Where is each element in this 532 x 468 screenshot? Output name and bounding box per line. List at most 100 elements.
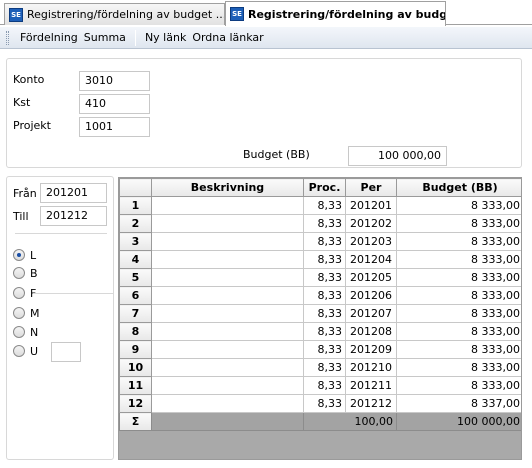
table-row[interactable]: 4 8,33 201204 8 333,00 — [119, 250, 521, 269]
per-cell[interactable]: 201207 — [345, 304, 397, 323]
proc-cell[interactable]: 8,33 — [303, 394, 346, 413]
row-number[interactable]: 10 — [119, 358, 152, 377]
beskrivning-cell[interactable] — [151, 394, 304, 413]
kst-field[interactable]: 410 — [79, 94, 150, 114]
table-row[interactable]: 12 8,33 201212 8 337,00 — [119, 394, 521, 413]
radio-checked-icon[interactable] — [13, 249, 25, 261]
radio-unchecked-icon[interactable] — [13, 326, 25, 338]
beskrivning-cell[interactable] — [151, 340, 304, 359]
proc-cell[interactable]: 8,33 — [303, 376, 346, 395]
table-row[interactable]: 10 8,33 201210 8 333,00 — [119, 358, 521, 377]
beskrivning-cell[interactable] — [151, 268, 304, 287]
proc-cell[interactable]: 8,33 — [303, 358, 346, 377]
ordna-lankar-button[interactable]: Ordna länkar — [189, 31, 266, 44]
budget-cell[interactable]: 8 337,00 — [396, 394, 521, 413]
fordelning-button[interactable]: Fördelning — [17, 31, 81, 44]
table-row[interactable]: 5 8,33 201205 8 333,00 — [119, 268, 521, 287]
row-number[interactable]: 11 — [119, 376, 152, 395]
proc-cell[interactable]: 8,33 — [303, 268, 346, 287]
budget-cell[interactable]: 8 333,00 — [396, 376, 521, 395]
radio-unchecked-icon[interactable] — [13, 287, 25, 299]
radio-option-m[interactable]: M — [13, 305, 40, 321]
table-row[interactable]: 2 8,33 201202 8 333,00 — [119, 214, 521, 233]
table-row[interactable]: 1 8,33 201201 8 333,00 — [119, 196, 521, 215]
proc-cell[interactable]: 8,33 — [303, 304, 346, 323]
konto-field[interactable]: 3010 — [79, 71, 150, 91]
beskrivning-cell[interactable] — [151, 250, 304, 269]
beskrivning-cell[interactable] — [151, 286, 304, 305]
budget-cell[interactable]: 8 333,00 — [396, 214, 521, 233]
table-row[interactable]: 3 8,33 201203 8 333,00 — [119, 232, 521, 251]
row-number[interactable]: 4 — [119, 250, 152, 269]
beskrivning-cell[interactable] — [151, 322, 304, 341]
table-row[interactable]: 8 8,33 201208 8 333,00 — [119, 322, 521, 341]
row-number[interactable]: 3 — [119, 232, 152, 251]
proc-cell[interactable]: 8,33 — [303, 286, 346, 305]
per-cell[interactable]: 201204 — [345, 250, 397, 269]
radio-option-l[interactable]: L — [13, 247, 36, 263]
budget-cell[interactable]: 8 333,00 — [396, 286, 521, 305]
budget-field[interactable]: 100 000,00 — [348, 146, 447, 166]
proc-cell[interactable]: 8,33 — [303, 340, 346, 359]
table-row[interactable]: 6 8,33 201206 8 333,00 — [119, 286, 521, 305]
toolbar-grip-icon[interactable] — [6, 30, 9, 45]
budget-cell[interactable]: 8 333,00 — [396, 322, 521, 341]
till-field[interactable]: 201212 — [40, 206, 107, 226]
proc-cell[interactable]: 8,33 — [303, 322, 346, 341]
beskrivning-cell[interactable] — [151, 358, 304, 377]
radio-unchecked-icon[interactable] — [13, 345, 25, 357]
fran-field[interactable]: 201201 — [40, 183, 107, 203]
per-cell[interactable]: 201212 — [345, 394, 397, 413]
beskrivning-column-header[interactable]: Beskrivning — [151, 178, 304, 197]
tab-budget-1[interactable]: SE Registrering/fördelning av budget ... — [4, 3, 225, 25]
row-number[interactable]: 5 — [119, 268, 152, 287]
table-row[interactable]: 7 8,33 201207 8 333,00 — [119, 304, 521, 323]
per-cell[interactable]: 201206 — [345, 286, 397, 305]
projekt-field[interactable]: 1001 — [79, 117, 150, 137]
beskrivning-cell[interactable] — [151, 304, 304, 323]
proc-column-header[interactable]: Proc. — [303, 178, 346, 197]
table-row[interactable]: 11 8,33 201211 8 333,00 — [119, 376, 521, 395]
budget-cell[interactable]: 8 333,00 — [396, 304, 521, 323]
beskrivning-cell[interactable] — [151, 196, 304, 215]
table-row[interactable]: 9 8,33 201209 8 333,00 — [119, 340, 521, 359]
budget-cell[interactable]: 8 333,00 — [396, 232, 521, 251]
budget-cell[interactable]: 8 333,00 — [396, 196, 521, 215]
proc-cell[interactable]: 8,33 — [303, 214, 346, 233]
budget-cell[interactable]: 8 333,00 — [396, 268, 521, 287]
budget-column-header[interactable]: Budget (BB) — [396, 178, 521, 197]
row-number[interactable]: 7 — [119, 304, 152, 323]
proc-cell[interactable]: 8,33 — [303, 196, 346, 215]
radio-unchecked-icon[interactable] — [13, 307, 25, 319]
row-number[interactable]: 8 — [119, 322, 152, 341]
summa-button[interactable]: Summa — [81, 31, 129, 44]
per-cell[interactable]: 201210 — [345, 358, 397, 377]
ny-lank-button[interactable]: Ny länk — [142, 31, 189, 44]
budget-cell[interactable]: 8 333,00 — [396, 250, 521, 269]
beskrivning-cell[interactable] — [151, 376, 304, 395]
per-cell[interactable]: 201209 — [345, 340, 397, 359]
beskrivning-cell[interactable] — [151, 214, 304, 233]
u-value-field[interactable] — [51, 342, 81, 362]
row-number[interactable]: 9 — [119, 340, 152, 359]
per-cell[interactable]: 201211 — [345, 376, 397, 395]
row-number[interactable]: 6 — [119, 286, 152, 305]
per-column-header[interactable]: Per — [345, 178, 397, 197]
budget-cell[interactable]: 8 333,00 — [396, 340, 521, 359]
radio-option-u[interactable]: U — [13, 343, 38, 359]
per-cell[interactable]: 201208 — [345, 322, 397, 341]
per-cell[interactable]: 201203 — [345, 232, 397, 251]
per-cell[interactable]: 201205 — [345, 268, 397, 287]
row-number[interactable]: 2 — [119, 214, 152, 233]
budget-cell[interactable]: 8 333,00 — [396, 358, 521, 377]
radio-option-b[interactable]: B — [13, 265, 38, 281]
per-cell[interactable]: 201201 — [345, 196, 397, 215]
row-number[interactable]: 12 — [119, 394, 152, 413]
proc-cell[interactable]: 8,33 — [303, 232, 346, 251]
beskrivning-cell[interactable] — [151, 232, 304, 251]
radio-unchecked-icon[interactable] — [13, 267, 25, 279]
proc-cell[interactable]: 8,33 — [303, 250, 346, 269]
radio-option-n[interactable]: N — [13, 324, 38, 340]
tab-budget-2-active[interactable]: SE Registrering/fördelning av budge... — [225, 1, 446, 26]
row-number[interactable]: 1 — [119, 196, 152, 215]
